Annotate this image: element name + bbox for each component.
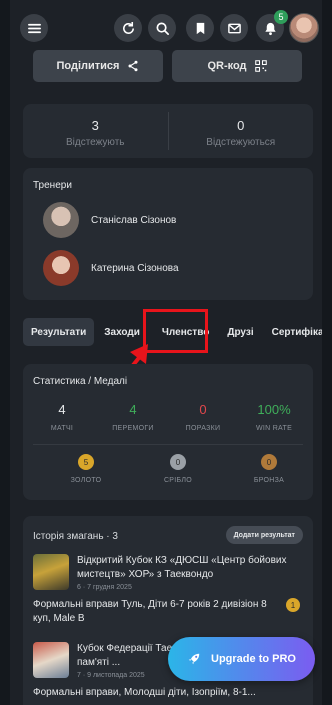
metric-value: 0 [199,402,207,417]
metric-matches: 4 МАТЧІ [27,402,97,432]
notification-badge: 5 [274,10,288,24]
event-item[interactable]: Відкритий Кубок КЗ «ДЮСШ «Центр бойових … [77,554,297,591]
result-title: Формальні вправи, Молодші діти, Ізопріїм… [33,687,256,698]
rocket-icon [188,653,200,665]
medal-label: БРОНЗА [253,477,285,484]
event-thumbnail [33,554,69,590]
medal-silver: 0 СРІБЛО [143,454,213,484]
medal-gold: 5 ЗОЛОТО [51,454,121,484]
medal-label: СРІБЛО [163,477,193,484]
metric-label: ПЕРЕМОГИ [112,425,154,432]
coach-name: Станіслав Сізонов [91,214,177,226]
divider [33,444,303,445]
silver-medal-icon: 0 [170,454,186,470]
tab-certificates[interactable]: Сертифікати [264,318,322,346]
share-button[interactable]: Поділитися [33,50,163,82]
share-label: Поділитися [56,60,120,72]
add-result-button[interactable]: Додати результат [225,526,303,544]
user-avatar[interactable] [289,13,319,43]
metric-label: WIN RATE [255,425,293,432]
app-frame: 5 Поділитися QR-код 3 Відстежують 0 Відс… [10,0,322,705]
coaches-title: Тренери [33,180,72,191]
followed-count: 0 [237,118,245,133]
result-title: Формальні вправи Туль, Діти 6-7 років 2 … [33,599,267,624]
share-icon [128,60,138,72]
qr-label: QR-код [207,60,247,72]
coach-item[interactable]: Катерина Сізонова [43,250,179,286]
metric-value: 4 [58,402,66,417]
tab-results[interactable]: Результати [23,318,95,346]
metric-value: 4 [129,402,137,417]
stats-title: Статистика / Медалі [33,376,128,387]
metric-win-rate: 100% WIN RATE [239,402,309,432]
bell-icon[interactable]: 5 [256,10,288,42]
metric-label: ПОРАЗКИ [185,425,221,432]
metric-losses: 0 ПОРАЗКИ [168,402,238,432]
bronze-medal-icon: 0 [261,454,277,470]
coach-avatar [43,250,79,286]
coach-item[interactable]: Станіслав Сізонов [43,202,176,238]
event-thumbnail [33,642,69,678]
following-label: Відстежують [65,137,125,148]
following-stat[interactable]: 3 Відстежують [23,104,168,158]
follow-stats-card: 3 Відстежують 0 Відстежуються [23,104,313,158]
medal-bronze: 0 БРОНЗА [234,454,304,484]
following-count: 3 [91,118,99,133]
qr-icon [254,60,267,72]
history-title: Історія змагань · 3 [33,531,118,542]
coaches-card: Тренери Станіслав Сізонов Катерина Сізон… [23,168,313,300]
upgrade-label: Upgrade to PRO [211,653,296,665]
medal-label: ЗОЛОТО [70,477,102,484]
refresh-icon[interactable] [114,14,142,42]
gold-medal-icon: 5 [78,454,94,470]
stats-card: Статистика / Медалі 4 МАТЧІ 4 ПЕРЕМОГИ 0… [23,364,313,500]
metric-value: 100% [257,402,291,417]
followed-stat[interactable]: 0 Відстежуються [169,104,314,158]
mail-icon[interactable] [220,14,248,42]
metric-wins: 4 ПЕРЕМОГИ [98,402,168,432]
gold-medal-icon: 1 [286,598,300,612]
event-date: 6 · 7 грудня 2025 [77,584,132,591]
coach-avatar [43,202,79,238]
result-item[interactable]: Формальні вправи, Молодші діти, Ізопріїм… [33,686,303,700]
menu-icon[interactable] [20,14,48,42]
qr-code-button[interactable]: QR-код [172,50,302,82]
tab-friends[interactable]: Друзі [219,318,261,346]
bookmark-icon[interactable] [186,14,214,42]
coach-name: Катерина Сізонова [91,262,179,274]
metric-label: МАТЧІ [50,425,74,432]
result-item[interactable]: Формальні вправи Туль, Діти 6-7 років 2 … [33,598,273,626]
search-icon[interactable] [148,14,176,42]
followed-label: Відстежуються [206,137,276,148]
top-bar: 5 [10,0,322,56]
upgrade-pro-button[interactable]: Upgrade to PRO [168,637,315,681]
event-title: Відкритий Кубок КЗ «ДЮСШ «Центр бойових … [77,555,287,580]
